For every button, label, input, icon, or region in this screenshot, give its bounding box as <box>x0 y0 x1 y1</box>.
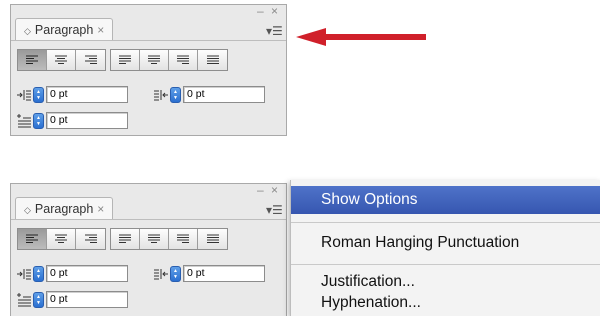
menu-item-roman-hanging-punctuation[interactable]: Roman Hanging Punctuation <box>291 228 600 258</box>
right-indent-icon <box>154 89 168 100</box>
tab-label: Paragraph <box>34 23 94 37</box>
panel-menu-button[interactable]: ▾☰ <box>266 24 283 38</box>
window-controls[interactable]: – × <box>257 184 280 196</box>
first-line-indent-icon <box>17 113 31 127</box>
justify-center-button[interactable] <box>140 50 169 70</box>
menu-separator <box>291 264 600 265</box>
menu-item-show-options[interactable]: Show Options <box>291 186 600 214</box>
menu-separator <box>291 222 600 223</box>
left-indent-icon <box>17 268 31 279</box>
paragraph-panel: – × ◇ Paragraph × ▾☰ ▲ ▼ 0 pt ▲ ▼ 0 pt ▲… <box>10 183 287 316</box>
align-left-button[interactable] <box>18 229 47 249</box>
menu-item-justification[interactable]: Justification... <box>291 272 600 292</box>
first-line-indent-stepper[interactable]: ▲ ▼ <box>33 291 44 308</box>
left-indent-row: ▲ ▼ 0 pt <box>17 86 128 103</box>
align-center-button[interactable] <box>47 229 76 249</box>
close-tab-icon[interactable]: × <box>97 23 104 37</box>
window-controls[interactable]: – × <box>257 5 280 17</box>
align-left-button[interactable] <box>18 50 47 70</box>
right-indent-icon <box>154 268 168 279</box>
justify-group <box>110 49 228 71</box>
tab-paragraph[interactable]: ◇ Paragraph × <box>15 18 114 41</box>
right-indent-row: ▲ ▼ 0 pt <box>154 265 265 282</box>
left-indent-field[interactable]: 0 pt <box>46 265 128 282</box>
justify-left-button[interactable] <box>111 50 140 70</box>
left-indent-field[interactable]: 0 pt <box>46 86 128 103</box>
justify-right-button[interactable] <box>169 229 198 249</box>
justify-right-button[interactable] <box>169 50 198 70</box>
justify-group <box>110 228 228 250</box>
align-group <box>17 49 106 71</box>
tab-label: Paragraph <box>34 202 94 216</box>
right-indent-row: ▲ ▼ 0 pt <box>154 86 265 103</box>
collapse-icon[interactable]: ◇ <box>24 205 31 215</box>
panel-options-menu: Show Options Roman Hanging Punctuation J… <box>290 180 600 316</box>
align-right-button[interactable] <box>76 50 105 70</box>
tab-strip-divider <box>11 40 286 41</box>
collapse-icon[interactable]: ◇ <box>24 26 31 36</box>
left-indent-stepper[interactable]: ▲ ▼ <box>33 86 44 103</box>
justify-left-button[interactable] <box>111 229 140 249</box>
panel-menu-button[interactable]: ▾☰ <box>266 203 283 217</box>
tab-strip-divider <box>11 219 286 220</box>
align-right-button[interactable] <box>76 229 105 249</box>
menu-item-hyphenation[interactable]: Hyphenation... <box>291 293 600 313</box>
first-line-indent-icon <box>17 292 31 306</box>
first-line-indent-stepper[interactable]: ▲ ▼ <box>33 112 44 129</box>
first-line-indent-row: ▲ ▼ 0 pt <box>17 291 128 308</box>
right-indent-field[interactable]: 0 pt <box>183 265 265 282</box>
alignment-buttons <box>17 228 228 250</box>
justify-center-button[interactable] <box>140 229 169 249</box>
justify-all-button[interactable] <box>198 229 227 249</box>
first-line-indent-row: ▲ ▼ 0 pt <box>17 112 128 129</box>
paragraph-panel: – × ◇ Paragraph × ▾☰ ▲ ▼ 0 pt ▲ ▼ 0 pt ▲… <box>10 4 287 136</box>
right-indent-stepper[interactable]: ▲ ▼ <box>170 265 181 282</box>
tab-paragraph[interactable]: ◇ Paragraph × <box>15 197 114 220</box>
left-indent-row: ▲ ▼ 0 pt <box>17 265 128 282</box>
align-center-button[interactable] <box>47 50 76 70</box>
close-tab-icon[interactable]: × <box>97 202 104 216</box>
alignment-buttons <box>17 49 228 71</box>
first-line-indent-field[interactable]: 0 pt <box>46 112 128 129</box>
align-group <box>17 228 106 250</box>
first-line-indent-field[interactable]: 0 pt <box>46 291 128 308</box>
left-indent-icon <box>17 89 31 100</box>
right-indent-stepper[interactable]: ▲ ▼ <box>170 86 181 103</box>
left-indent-stepper[interactable]: ▲ ▼ <box>33 265 44 282</box>
right-indent-field[interactable]: 0 pt <box>183 86 265 103</box>
red-left-arrow-icon <box>296 28 426 46</box>
justify-all-button[interactable] <box>198 50 227 70</box>
